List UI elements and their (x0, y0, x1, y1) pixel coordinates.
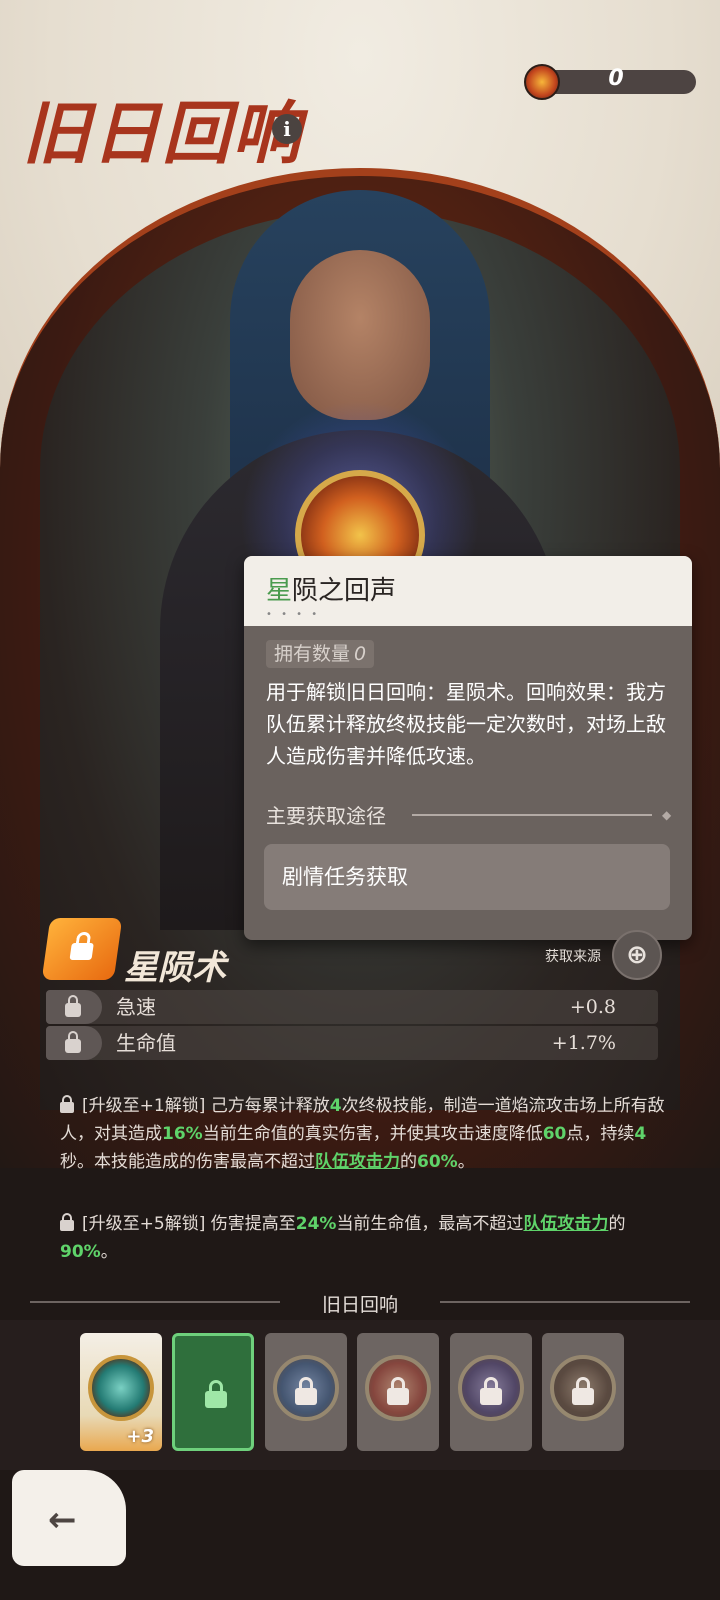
stat-value: +0.8 (569, 996, 616, 1018)
tooltip-description: 用于解锁旧日回响：星陨术。回响效果：我方队伍累计释放终极技能一定次数时，对场上敌… (266, 680, 666, 768)
stat-value: +1.7% (551, 1032, 616, 1054)
unlock-plus5-text: [升级至+5解锁] 伤害提高至24%当前生命值，最高不超过队伍攻击力的90%。 (60, 1213, 626, 1262)
lock-icon (295, 1377, 317, 1405)
source-signpost-button[interactable]: ⊕ (612, 930, 662, 980)
card-level: +3 (126, 1426, 154, 1447)
unlock-plus1-text: [升级至+1解锁] 己方每累计释放4次终极技能，制造一道焰流攻击场上所有敌人，对… (60, 1095, 665, 1172)
lock-icon (387, 1377, 409, 1405)
echo-card-owned[interactable]: +3 (80, 1333, 162, 1451)
stat-row-haste: 急速 +0.8 (46, 990, 658, 1024)
diamond-ornament-icon: ◆ (662, 808, 672, 822)
divider-line (412, 814, 652, 816)
skill-name: 星陨术 (124, 948, 226, 988)
back-button[interactable]: ← (12, 1470, 126, 1566)
echo-card-locked[interactable] (265, 1333, 347, 1451)
currency-flame-icon (524, 64, 560, 100)
item-tooltip: 星陨之回声 • • • • 拥有数量 0 用于解锁旧日回响：星陨术。回响效果：我方… (244, 556, 692, 940)
stat-name: 急速 (116, 995, 156, 1019)
stat-name: 生命值 (116, 1031, 176, 1055)
lock-icon (65, 1031, 81, 1053)
tooltip-title: 星陨之回声 (266, 576, 397, 606)
source-label: 获取来源 (545, 949, 601, 965)
owned-count-badge: 拥有数量 0 (266, 640, 375, 668)
lock-icon (60, 1213, 74, 1231)
echo-card-selected[interactable] (172, 1333, 254, 1451)
echo-card-locked[interactable] (542, 1333, 624, 1451)
team-attack-link[interactable]: 队伍攻击力 (315, 1152, 400, 1172)
lock-icon (205, 1380, 227, 1408)
back-arrow-icon: ← (48, 1500, 77, 1540)
echo-card-locked[interactable] (450, 1333, 532, 1451)
lock-icon (60, 1095, 74, 1113)
rarity-dots: • • • • (266, 609, 321, 620)
stat-lock (46, 990, 102, 1024)
stat-row-hp: 生命值 +1.7% (46, 1026, 658, 1060)
character-face (290, 250, 430, 420)
echo-section-header: 旧日回响 (30, 1290, 690, 1316)
page-title: 旧日回响 (22, 94, 303, 174)
lock-icon (65, 995, 81, 1017)
currency-value: 0 (608, 66, 624, 91)
stat-lock (46, 1026, 102, 1060)
echo-section-title: 旧日回响 (321, 1294, 398, 1316)
divider-line (440, 1301, 690, 1303)
source-heading-row: 主要获取途径 ◆ (266, 800, 672, 830)
lock-icon (572, 1377, 594, 1405)
source-heading: 主要获取途径 (266, 804, 386, 828)
echo-card-locked[interactable] (357, 1333, 439, 1451)
source-story-quest-button[interactable]: 剧情任务获取 (264, 844, 670, 910)
lock-icon (69, 932, 95, 960)
skill-lock-badge (41, 918, 123, 980)
teal-cross-gem-icon (88, 1355, 154, 1421)
lock-icon (480, 1377, 502, 1405)
tooltip-header: 星陨之回声 • • • • (244, 556, 692, 626)
info-icon[interactable]: i (272, 114, 302, 144)
team-attack-link[interactable]: 队伍攻击力 (523, 1214, 608, 1234)
